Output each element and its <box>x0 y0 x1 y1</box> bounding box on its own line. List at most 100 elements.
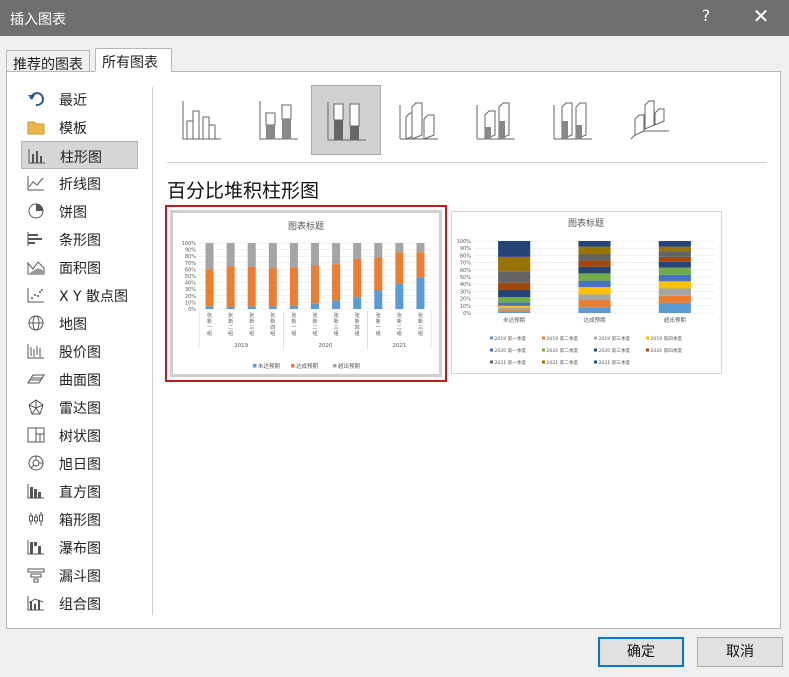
sidebar-item-line[interactable]: 折线图 <box>21 169 138 197</box>
stock-chart-icon <box>27 344 44 359</box>
bar-segment <box>498 289 531 298</box>
sidebar-item-label: 柱形图 <box>60 150 102 166</box>
sidebar-item-combo[interactable]: 组合图 <box>21 589 138 617</box>
percent-stacked-column-option[interactable] <box>311 85 381 155</box>
bar-segment <box>247 306 256 309</box>
y-tick-label: 80% <box>460 253 471 259</box>
y-tick-label: 0% <box>463 311 471 317</box>
sidebar-item-treemap[interactable]: 树状图 <box>21 421 138 449</box>
sidebar-item-templates[interactable]: 模板 <box>21 113 138 141</box>
sidebar-item-label: 雷达图 <box>59 401 101 417</box>
sidebar-item-label: 折线图 <box>59 177 101 193</box>
bar-segment <box>658 246 691 252</box>
cancel-button[interactable]: 取消 <box>697 637 783 667</box>
bar-segment <box>578 253 611 261</box>
3d-clustered-column-option[interactable] <box>384 85 454 155</box>
y-tick-label: 80% <box>185 254 196 260</box>
sidebar-item-stock[interactable]: 股价图 <box>21 337 138 365</box>
bar-segment <box>578 307 611 313</box>
bar-segment <box>658 281 691 289</box>
globe-icon <box>28 315 44 331</box>
sidebar-item-bar[interactable]: 条形图 <box>21 225 138 253</box>
bar-segment <box>205 269 214 307</box>
line-chart-icon <box>27 176 44 191</box>
sidebar-item-funnel[interactable]: 漏斗图 <box>21 561 138 589</box>
3d-percent-stacked-column-icon <box>553 102 592 140</box>
x-tick-label: 张 <box>334 312 339 319</box>
legend-label: 2019 第一季度 <box>495 335 527 342</box>
sidebar-item-label: 模板 <box>59 121 87 137</box>
x-tick-label: 未达预期 <box>503 316 526 324</box>
bar-segment <box>226 243 235 267</box>
bar-segment <box>658 267 691 275</box>
x-tick-label: 新 <box>270 318 275 325</box>
sidebar-item-box-whisker[interactable]: 箱形图 <box>21 505 138 533</box>
legend-swatch <box>490 360 493 364</box>
y-tick-label: 10% <box>185 300 196 306</box>
bar-segment <box>353 243 362 259</box>
y-tick-label: 70% <box>460 261 471 267</box>
sidebar-item-recent[interactable]: 最近 <box>21 85 138 113</box>
sidebar-item-column[interactable]: 柱形图 <box>21 141 138 169</box>
tab-recommended-charts[interactable]: 推荐的图表 <box>6 50 90 73</box>
legend-label: 2020 第三季度 <box>599 347 631 354</box>
bar-segment <box>658 288 691 296</box>
bar-segment <box>395 252 404 284</box>
funnel-chart-icon <box>27 568 45 583</box>
sidebar-item-label: 地图 <box>59 317 87 333</box>
ok-button[interactable]: 确定 <box>598 637 684 667</box>
x-tick-label: 达成预期 <box>583 316 606 324</box>
sidebar-item-area[interactable]: 面积图 <box>21 253 138 281</box>
x-tick-label: 新 <box>334 318 339 325</box>
bar-segment <box>498 305 531 308</box>
x-tick-label: 张 <box>376 312 381 319</box>
legend-swatch <box>646 348 649 352</box>
chart-preview-2[interactable]: 图表标题 100% 90% 80% 70% 60% 50% 40% 30% 20% 10% 0% 未达预… <box>451 211 722 374</box>
stacked-column-icon <box>259 101 298 140</box>
folder-icon <box>27 121 45 135</box>
x-tick-label: 新 <box>397 318 402 325</box>
3d-column-option[interactable] <box>615 85 685 155</box>
legend-swatch <box>333 364 337 368</box>
chart-type-title: 百分比堆积柱形图 <box>167 180 320 202</box>
sidebar-item-sunburst[interactable]: 旭日图 <box>21 449 138 477</box>
x-tick-label: 新 <box>312 318 317 325</box>
bar-segment <box>658 295 691 303</box>
sidebar-item-radar[interactable]: 雷达图 <box>21 393 138 421</box>
bar-segment <box>289 243 298 268</box>
x-tick-label: 组 <box>334 330 339 337</box>
y-tick-label: 20% <box>460 297 471 303</box>
3d-percent-stacked-column-option[interactable] <box>538 85 608 155</box>
stacked-column-option[interactable] <box>244 85 314 155</box>
sidebar-item-surface[interactable]: 曲面图 <box>21 365 138 393</box>
legend-swatch <box>490 348 493 352</box>
bar-segment <box>247 243 256 267</box>
sidebar-item-histogram[interactable]: 直方图 <box>21 477 138 505</box>
sidebar-item-label: 条形图 <box>59 233 101 249</box>
3d-clustered-column-icon <box>399 102 438 140</box>
y-tick-label: 30% <box>460 289 471 295</box>
3d-column-icon <box>630 100 669 140</box>
chart-type-list: 最近 模板 柱形图 折线图 饼图 条形图 面积图 X Y 散点图 地图 股价图 … <box>21 85 139 617</box>
clustered-column-option[interactable] <box>167 85 237 155</box>
legend-label: 2020 第一季度 <box>495 347 527 354</box>
preview-chart-2: 图表标题 100%90%80% 70%60%50%40%30% 20%10%0% 未达预… <box>457 217 715 366</box>
legend-swatch <box>253 364 257 368</box>
bar-segment <box>332 264 341 301</box>
y-tick-label: 20% <box>185 294 196 300</box>
y-tick-label: 0% <box>188 307 196 313</box>
sidebar-item-map[interactable]: 地图 <box>21 309 138 337</box>
close-button[interactable]: ✕ <box>746 4 776 32</box>
chart-preview-1[interactable]: 图表标题 100% 90% 80% 70% 60% 50% 40% 30% 20% 10% 0% 张新一… <box>165 205 447 382</box>
y-tick-label: 90% <box>460 246 471 252</box>
sidebar-item-label: 组合图 <box>59 597 101 613</box>
sidebar-item-pie[interactable]: 饼图 <box>21 197 138 225</box>
sidebar-item-scatter[interactable]: X Y 散点图 <box>21 281 138 309</box>
tab-all-charts[interactable]: 所有图表 <box>95 48 172 72</box>
sidebar-item-waterfall[interactable]: 瀑布图 <box>21 533 138 561</box>
help-button[interactable]: ? <box>696 6 716 30</box>
bar-segment <box>498 302 531 306</box>
y-tick-label: 10% <box>460 304 471 310</box>
3d-stacked-column-option[interactable] <box>461 85 531 155</box>
clustered-column-icon <box>182 101 221 140</box>
